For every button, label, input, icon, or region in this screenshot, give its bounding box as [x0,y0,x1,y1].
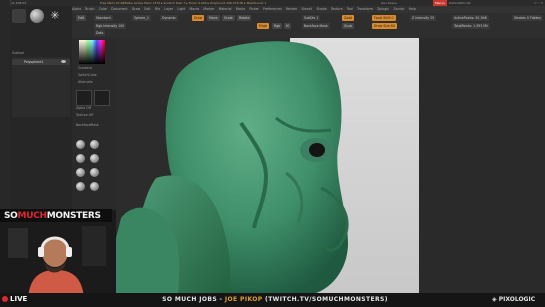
menu-item[interactable]: Transform [357,7,373,11]
subtool-name: Polysphere1 [24,60,44,64]
show-logo: SOMUCHMONSTERS [4,211,101,221]
zadd-button[interactable]: Zadd [342,15,355,21]
subdiv-slider[interactable]: SubDiv 1 [302,15,321,21]
texture-thumbnail[interactable] [94,90,110,106]
trim-brush-icon[interactable] [90,182,99,191]
webcam-feed [0,222,112,298]
morph-button[interactable]: Sphere_1 [132,15,151,21]
menu-item[interactable]: Zscript [393,7,404,11]
standard-brush-icon[interactable] [76,154,85,163]
menu-item[interactable]: Texture [331,7,343,11]
backface-mask-toggle[interactable]: BackfaceMask [76,123,99,127]
left-tray: ✳ Subtool Polysphere1 [10,6,72,210]
gradient-button[interactable]: Gradient [78,66,92,70]
subtool-label: Subtool [12,51,25,55]
stream-credits: SO MUCH JOBS - JOE PIKOP (TWITCH.TV/SOMU… [162,296,388,303]
rotate-button[interactable]: Rotate [237,15,252,21]
active-points-readout: ActivePoints: 61,946 [452,15,489,21]
edit-button[interactable]: Edit [76,15,87,21]
menu-item[interactable]: Layer [164,7,173,11]
menu-item[interactable]: Tool [347,7,353,11]
brush-button[interactable]: Standard [94,15,113,21]
menu-item[interactable]: Document [111,7,128,11]
menu-item[interactable]: Macro [190,7,200,11]
menu-item[interactable]: Picker [249,7,259,11]
dynamic-button[interactable]: Dynamic [160,15,179,21]
menu-item[interactable]: Edit [144,7,150,11]
backface-mask-button[interactable]: Backface Mask [302,23,330,29]
inflate-brush-icon[interactable] [76,168,85,177]
move-button[interactable]: Move [207,15,220,21]
menu-item[interactable]: Light [177,7,185,11]
move-brush-icon[interactable] [90,140,99,149]
menu-item[interactable]: Movie [236,7,245,11]
menu-item[interactable]: Brush [85,7,94,11]
smooth-brush-icon[interactable] [76,182,85,191]
strokes-readout: Strokes 0 Flatten [512,15,544,21]
menu-item[interactable]: Preferences [263,7,282,11]
z-intensity-slider[interactable]: Z Intensity 25 [410,15,437,21]
alpha-off-label: Alpha Off [76,106,91,110]
menu-item[interactable]: Render [286,7,297,11]
mrgb-button[interactable]: Mrgb [257,23,270,29]
menu-item[interactable]: Stroke [317,7,327,11]
alpha-thumbnail[interactable] [76,90,92,106]
right-panel [419,38,545,293]
zsub-button[interactable]: Zsub [342,23,354,29]
menu-item[interactable]: Help [409,7,416,11]
pixologic-logo: ◈ PIXOLOGIC [492,296,536,303]
menu-item[interactable]: File [155,7,160,11]
color-picker[interactable] [79,40,105,64]
menu-item[interactable]: Color [99,7,107,11]
menu-item[interactable]: Zplugin [377,7,389,11]
live-indicator: LIVE [2,294,27,305]
clay-brush-icon[interactable] [76,140,85,149]
left-shelf: Gradient SwitchColor Alternate Alpha Off… [72,38,116,210]
sculpted-alien-head[interactable] [116,38,419,293]
rgb-button[interactable]: Rgb [272,23,283,29]
scale-button[interactable]: Scale [222,15,235,21]
pinch-brush-icon[interactable] [90,168,99,177]
pixologic-icon: ◈ [492,296,499,303]
live-dot-icon [2,295,8,302]
menu-item[interactable]: Alpha [72,7,81,11]
stream-banner: SOMUCHMONSTERS [0,209,112,223]
menu-item[interactable]: Marker [203,7,214,11]
alternate-button[interactable]: Alternate [78,80,93,84]
menu-item[interactable]: Draw [132,7,140,11]
menu-bar: Alpha Brush Color Document Draw Edit File Layer… [72,6,545,13]
subtool-thumbnail[interactable] [12,9,26,23]
stroke-button[interactable]: Dots [94,30,106,36]
focal-shift-slider[interactable]: Focal Shift 0 [372,15,396,21]
dam-standard-brush-icon[interactable] [90,154,99,163]
texture-off-label: Texture Off [76,113,94,117]
star-tool-icon[interactable]: ✳ [48,9,62,23]
m-button[interactable]: M [284,23,291,29]
total-points-readout: TotalPoints: 1.393 Mil [452,23,490,29]
top-shelf: Edit Draw Move Scale Rotate Standard Rgb… [72,13,545,39]
eye-icon[interactable] [61,60,66,63]
rgb-intensity-slider[interactable]: Rgb Intensity 100 [94,23,127,29]
menu-item[interactable]: Material [219,7,232,11]
draw-button[interactable]: Draw [192,15,205,21]
menu-item[interactable]: Stencil [302,7,313,11]
draw-size-slider[interactable]: Draw Size 64 [372,23,397,29]
subtool-list: Polysphere1 [12,57,70,117]
polymesh-thumbnail[interactable] [30,9,44,23]
switch-color-button[interactable]: SwitchColor [78,73,97,77]
webcam-image [0,222,112,298]
